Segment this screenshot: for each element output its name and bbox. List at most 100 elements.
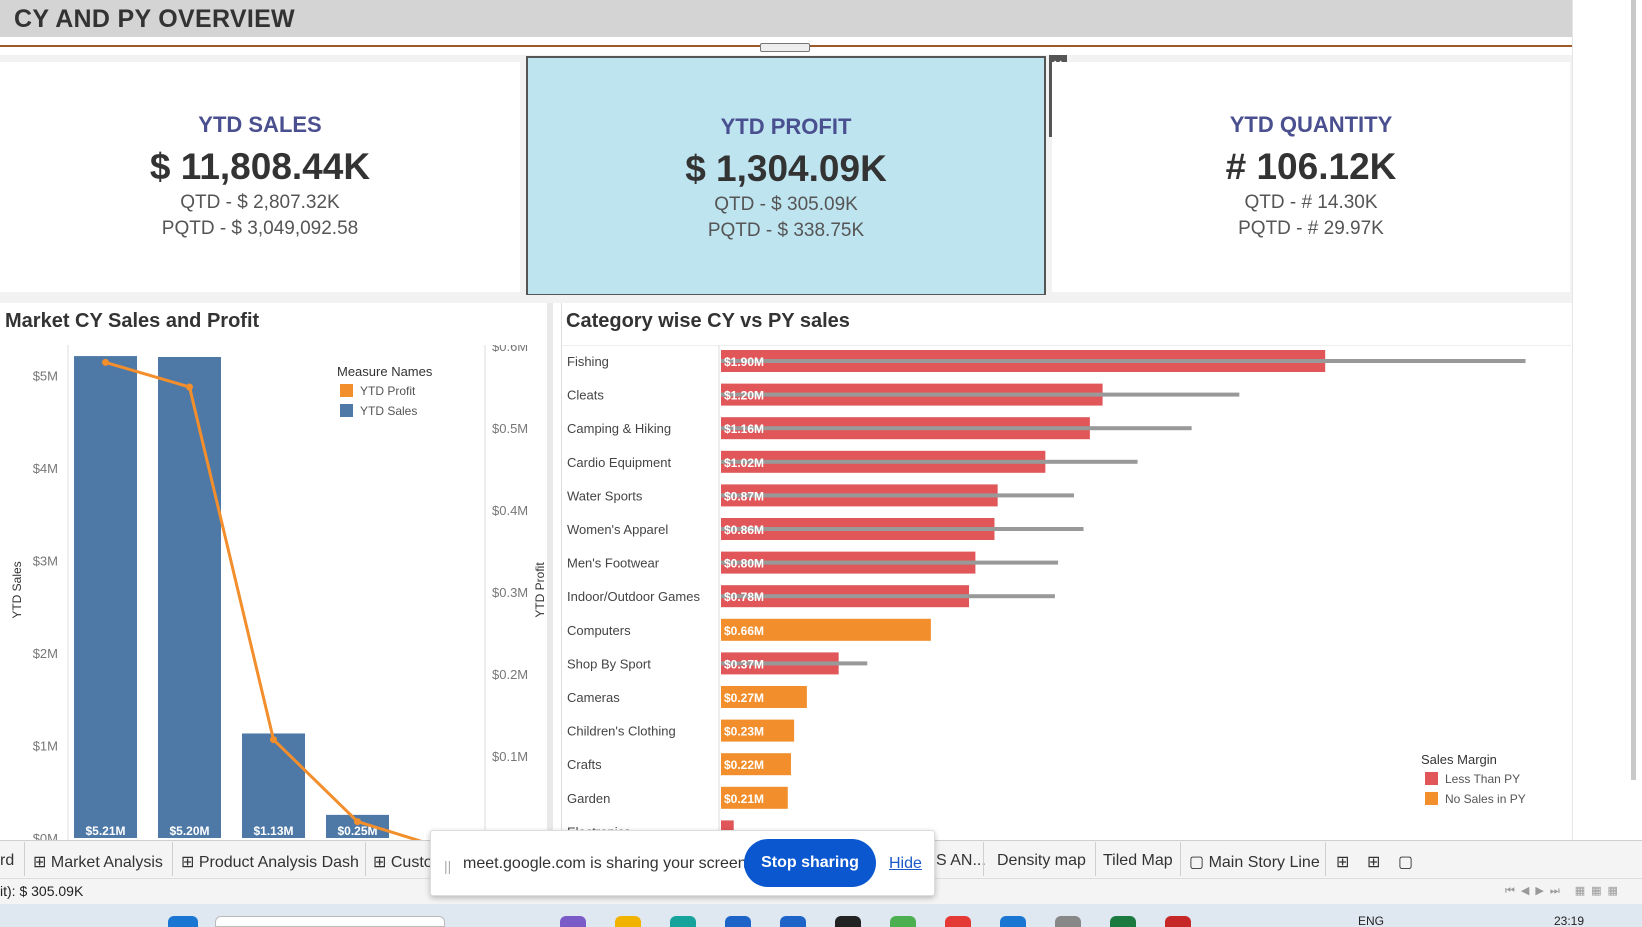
tab-tiled-map[interactable]: Tiled Map xyxy=(1103,852,1173,870)
calendar-icon[interactable] xyxy=(1000,916,1026,927)
category-label: Women's Apparel xyxy=(567,522,668,537)
category-label: Cardio Equipment xyxy=(567,455,671,470)
dashboard-tab-icon: ⊞ xyxy=(373,854,391,871)
cy-sales-label: $1.20M xyxy=(724,389,764,403)
y2-tick-label: $0.4M xyxy=(492,503,528,518)
tab-customer[interactable]: ⊞ Custo xyxy=(373,852,433,872)
app-icon[interactable] xyxy=(560,916,586,927)
legend-swatch xyxy=(340,404,353,417)
y2-tick-label: $0.5M xyxy=(492,421,528,436)
legend-swatch xyxy=(1425,772,1438,785)
status-text: it): $ 305.09K xyxy=(0,883,84,899)
sheet-navigation-controls[interactable]: ⏮◀▶⏭ ▦▦▦ xyxy=(1505,884,1624,898)
tab-main-story-line[interactable]: ▢ Main Story Line xyxy=(1189,852,1320,872)
cy-sales-label: $1.16M xyxy=(724,422,764,436)
browser-icon[interactable] xyxy=(670,916,696,927)
y-tick-label: $3M xyxy=(33,554,58,569)
tab-product-analysis[interactable]: ⊞ Product Analysis Dash xyxy=(181,852,359,872)
category-label: Camping & Hiking xyxy=(567,421,671,436)
start-icon[interactable] xyxy=(168,916,198,927)
app-icon[interactable] xyxy=(1055,916,1081,927)
category-label: Shop By Sport xyxy=(567,656,651,671)
legend-title: Measure Names xyxy=(337,364,433,379)
app-icon[interactable] xyxy=(890,916,916,927)
tab-dashboard[interactable]: rd xyxy=(0,852,14,870)
kpi-pqtd: PQTD - # 29.97K xyxy=(1238,218,1384,239)
cy-sales-label: $0.37M xyxy=(724,657,764,671)
legend-title: Sales Margin xyxy=(1421,752,1497,767)
y2-axis-title: YTD Profit xyxy=(533,562,547,618)
folder-icon[interactable] xyxy=(615,916,641,927)
category-label: Indoor/Outdoor Games xyxy=(567,589,700,604)
cy-sales-label: $0.22M xyxy=(724,758,764,772)
tab-label: Market Analysis xyxy=(50,854,163,871)
cy-sales-label: $0.21M xyxy=(724,792,764,806)
taskbar-search-box[interactable] xyxy=(215,916,445,927)
py-sales-line xyxy=(721,359,1526,363)
kpi-pqtd: PQTD - $ 338.75K xyxy=(707,220,865,241)
sales-bar-label: $5.20M xyxy=(169,824,209,838)
legend-item-label: No Sales in PY xyxy=(1445,792,1526,806)
category-chart[interactable]: Fishing $1.90M Cleats $1.20M Camping & Hikin… xyxy=(561,345,1571,840)
app-icon[interactable] xyxy=(835,916,861,927)
tab-label: Custo xyxy=(390,854,433,871)
cy-sales-label: $0.23M xyxy=(724,725,764,739)
sales-bar xyxy=(158,357,221,838)
chrome-icon[interactable] xyxy=(945,916,971,927)
legend-swatch xyxy=(340,384,353,397)
category-label: Cameras xyxy=(567,690,620,705)
cy-sales-label: $0.27M xyxy=(724,691,764,705)
section-gap xyxy=(0,295,1572,303)
tab-s-analysis[interactable]: S AN... xyxy=(936,852,986,870)
mail-icon[interactable] xyxy=(725,916,751,927)
excel-icon[interactable] xyxy=(1110,916,1136,927)
share-message: meet.google.com is sharing your screen. xyxy=(463,855,752,872)
tab-market-analysis[interactable]: ⊞ Market Analysis xyxy=(33,852,163,872)
y-axis-title: YTD Sales xyxy=(10,561,24,618)
cy-sales-label: $0.86M xyxy=(724,523,764,537)
story-tab-icon: ▢ xyxy=(1189,854,1209,871)
dashboard-tab-icon: ⊞ xyxy=(181,854,199,871)
kpi-card-ytd-sales[interactable]: YTD SALES $ 11,808.44K QTD - $ 2,807.32K… xyxy=(0,62,520,292)
category-label: Water Sports xyxy=(567,488,643,503)
legend-swatch xyxy=(1425,792,1438,805)
app-icon[interactable] xyxy=(1165,916,1191,927)
category-label: Cleats xyxy=(567,388,604,403)
y-tick-label: $5M xyxy=(33,369,58,384)
cy-sales-label: $1.02M xyxy=(724,456,764,470)
legend-item-label: YTD Sales xyxy=(360,404,417,418)
y-tick-label: $0M xyxy=(33,831,58,840)
app-icon[interactable] xyxy=(780,916,806,927)
y-tick-label: $4M xyxy=(33,461,58,476)
kpi-qtd: QTD - $ 305.09K xyxy=(714,194,858,215)
clock[interactable]: 23:19 xyxy=(1554,914,1584,927)
kpi-card-ytd-profit[interactable]: YTD PROFIT $ 1,304.09K QTD - $ 305.09K P… xyxy=(526,56,1046,296)
dashboard-title: CY AND PY OVERVIEW xyxy=(14,5,295,33)
py-sales-line xyxy=(721,594,1055,599)
new-dashboard-icon[interactable]: ⊞ xyxy=(1367,852,1380,872)
hide-link[interactable]: Hide xyxy=(889,855,922,873)
market-chart[interactable]: $0M $1M $2M $3M $4M $5M $0.1M $0.2M $0.3M $0.4M $0… xyxy=(0,345,552,840)
vertical-scrollbar[interactable] xyxy=(1631,0,1636,780)
kpi-value: $ 11,808.44K xyxy=(149,146,371,187)
sales-bar xyxy=(242,733,305,838)
stop-sharing-button[interactable]: Stop sharing xyxy=(744,839,876,887)
drag-grip-icon[interactable]: || xyxy=(444,858,451,874)
tab-density-map[interactable]: Density map xyxy=(997,852,1086,870)
drag-handle[interactable] xyxy=(760,43,810,52)
dashboard-header: CY AND PY OVERVIEW xyxy=(0,0,1572,37)
profit-point xyxy=(354,818,361,826)
language-indicator[interactable]: ENG xyxy=(1358,914,1384,927)
category-chart-title: Category wise CY vs PY sales xyxy=(566,310,850,332)
profit-point xyxy=(270,736,277,744)
profit-point xyxy=(102,358,109,366)
category-label: Children's Clothing xyxy=(567,724,676,739)
kpi-card-ytd-quantity[interactable]: YTD QUANTITY # 106.12K QTD - # 14.30K PQ… xyxy=(1052,62,1570,292)
new-story-icon[interactable]: ▢ xyxy=(1398,852,1413,872)
py-sales-line xyxy=(721,392,1240,397)
profit-point xyxy=(186,383,193,391)
cy-sales-label: $0.87M xyxy=(724,489,764,503)
kpi-qtd: QTD - $ 2,807.32K xyxy=(180,192,340,213)
new-worksheet-icon[interactable]: ⊞ xyxy=(1336,852,1349,872)
sales-bar-label: $5.21M xyxy=(85,824,125,838)
